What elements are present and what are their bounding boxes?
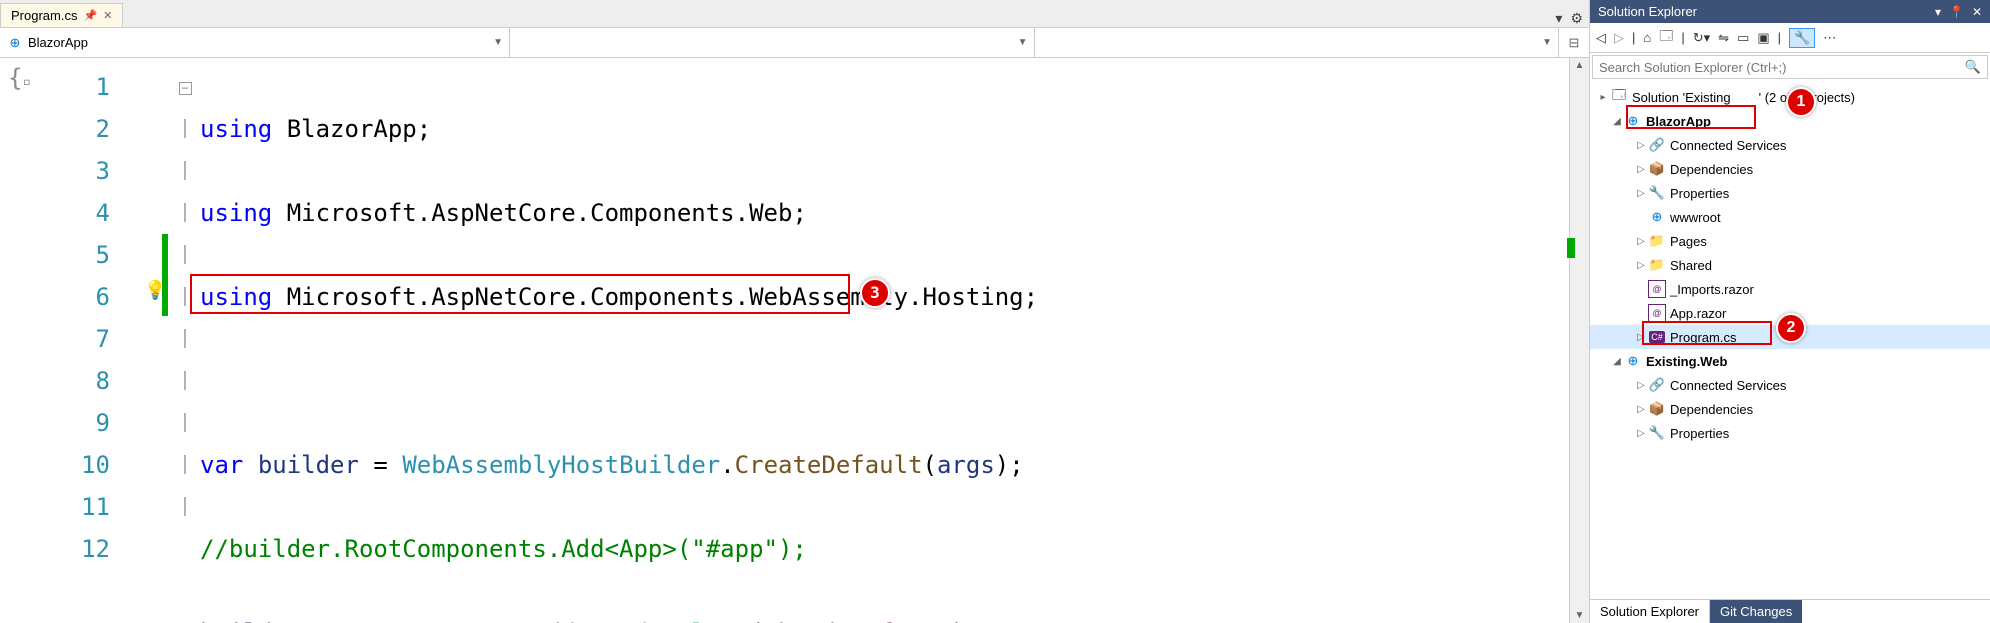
type-dropdown[interactable]: ▼ (510, 28, 1035, 57)
tree-item[interactable]: ▷🔗Connected Services (1590, 133, 1990, 157)
scroll-up-icon[interactable]: ▲ (1570, 60, 1589, 71)
outline-gutter: {▫ (0, 58, 60, 623)
solution-explorer-title-bar: Solution Explorer ▾ 📍 ✕ (1590, 0, 1990, 23)
more-icon[interactable]: ⋯ (1823, 30, 1836, 46)
chevron-down-icon: ▼ (493, 37, 503, 48)
back-icon[interactable]: ◁ (1596, 30, 1606, 46)
sync-icon[interactable]: ⇋ (1718, 30, 1729, 46)
project-existing-web[interactable]: ◢⊕Existing.Web (1590, 349, 1990, 373)
tab-git-changes[interactable]: Git Changes (1710, 600, 1802, 623)
annotation-callout-3: 3 (860, 278, 890, 308)
chevron-down-icon: ▼ (1542, 37, 1552, 48)
scope-text: BlazorApp (28, 35, 88, 50)
member-dropdown[interactable]: ▼ (1035, 28, 1560, 57)
home-icon[interactable]: ⌂ (1643, 30, 1651, 45)
scope-dropdown[interactable]: ⊕ BlazorApp ▼ (0, 28, 510, 57)
tab-bar-controls: ▾ ⚙ (1555, 10, 1589, 27)
tab-filename: Program.cs (11, 8, 77, 23)
switch-view-icon[interactable]: 🗔 (1659, 27, 1673, 49)
tree-item[interactable]: @_Imports.razor (1590, 277, 1990, 301)
forward-icon[interactable]: ▷ (1614, 30, 1624, 46)
code-editor[interactable]: {▫ 123456789101112 💡 − ││││││││││ using … (0, 58, 1589, 623)
gear-icon[interactable]: ⚙ (1570, 10, 1583, 27)
scroll-down-icon[interactable]: ▼ (1570, 610, 1589, 621)
tab-solution-explorer[interactable]: Solution Explorer (1590, 600, 1710, 623)
solution-explorer-pane: Solution Explorer ▾ 📍 ✕ ◁ ▷ | ⌂ 🗔 | ↻▾ ⇋… (1590, 0, 1990, 623)
tree-item[interactable]: ▷📁Shared (1590, 253, 1990, 277)
line-number-gutter: 123456789101112 (60, 58, 150, 623)
chevron-down-icon: ▼ (1018, 37, 1028, 48)
properties-icon[interactable]: 🔧 (1789, 28, 1815, 48)
tree-item[interactable]: ▷🔧Properties (1590, 181, 1990, 205)
tree-item[interactable]: ▷📁Pages (1590, 229, 1990, 253)
tree-item[interactable]: ▷🔧Properties (1590, 421, 1990, 445)
show-all-icon[interactable]: ▭ (1737, 30, 1749, 46)
search-input[interactable] (1599, 60, 1965, 75)
annotation-callout-2: 2 (1776, 313, 1806, 343)
change-marker (162, 234, 168, 316)
code-text[interactable]: using BlazorApp; using Microsoft.AspNetC… (200, 58, 1569, 623)
annotation-callout-1: 1 (1786, 87, 1816, 117)
dropdown-icon[interactable]: ▾ (1555, 10, 1562, 27)
pending-changes-icon[interactable]: ↻▾ (1693, 30, 1710, 46)
collapse-all-icon[interactable]: ▣ (1757, 30, 1769, 46)
project-icon: ⊕ (8, 36, 22, 50)
file-tab[interactable]: Program.cs 📌 ✕ (0, 3, 123, 27)
overview-marker (1567, 238, 1575, 258)
pin-icon[interactable]: 📌 (83, 9, 97, 22)
panel-title: Solution Explorer (1598, 4, 1697, 19)
collapse-toggle[interactable]: − (179, 82, 192, 95)
lightbulb-icon[interactable]: 💡 (144, 280, 164, 300)
navigation-bar: ⊕ BlazorApp ▼ ▼ ▼ ⊟ (0, 28, 1589, 58)
close-icon[interactable]: ✕ (103, 9, 112, 22)
solution-tree[interactable]: ▸🗔Solution 'Existing' (2 of 2 projects) … (1590, 81, 1990, 599)
collapse-gutter: − ││││││││││ (170, 58, 200, 623)
dropdown-icon[interactable]: ▾ (1935, 5, 1941, 19)
panel-tab-bar: Solution Explorer Git Changes (1590, 599, 1990, 623)
close-icon[interactable]: ✕ (1972, 5, 1982, 19)
document-tab-bar: Program.cs 📌 ✕ ▾ ⚙ (0, 0, 1589, 28)
tree-item[interactable]: ▷📦Dependencies (1590, 397, 1990, 421)
vertical-scrollbar[interactable]: ▲ ▼ (1569, 58, 1589, 623)
split-icon[interactable]: ⊟ (1559, 28, 1589, 57)
tree-item[interactable]: ▷📦Dependencies (1590, 157, 1990, 181)
pin-icon[interactable]: 📍 (1949, 5, 1964, 19)
editor-pane: Program.cs 📌 ✕ ▾ ⚙ ⊕ BlazorApp ▼ ▼ ▼ ⊟ {… (0, 0, 1590, 623)
solution-explorer-toolbar: ◁ ▷ | ⌂ 🗔 | ↻▾ ⇋ ▭ ▣ | 🔧 ⋯ (1590, 23, 1990, 53)
tree-item[interactable]: ⊕wwwroot (1590, 205, 1990, 229)
solution-explorer-search[interactable]: 🔍 (1592, 55, 1988, 79)
search-icon[interactable]: 🔍 (1965, 59, 1981, 75)
tree-item[interactable]: ▷🔗Connected Services (1590, 373, 1990, 397)
